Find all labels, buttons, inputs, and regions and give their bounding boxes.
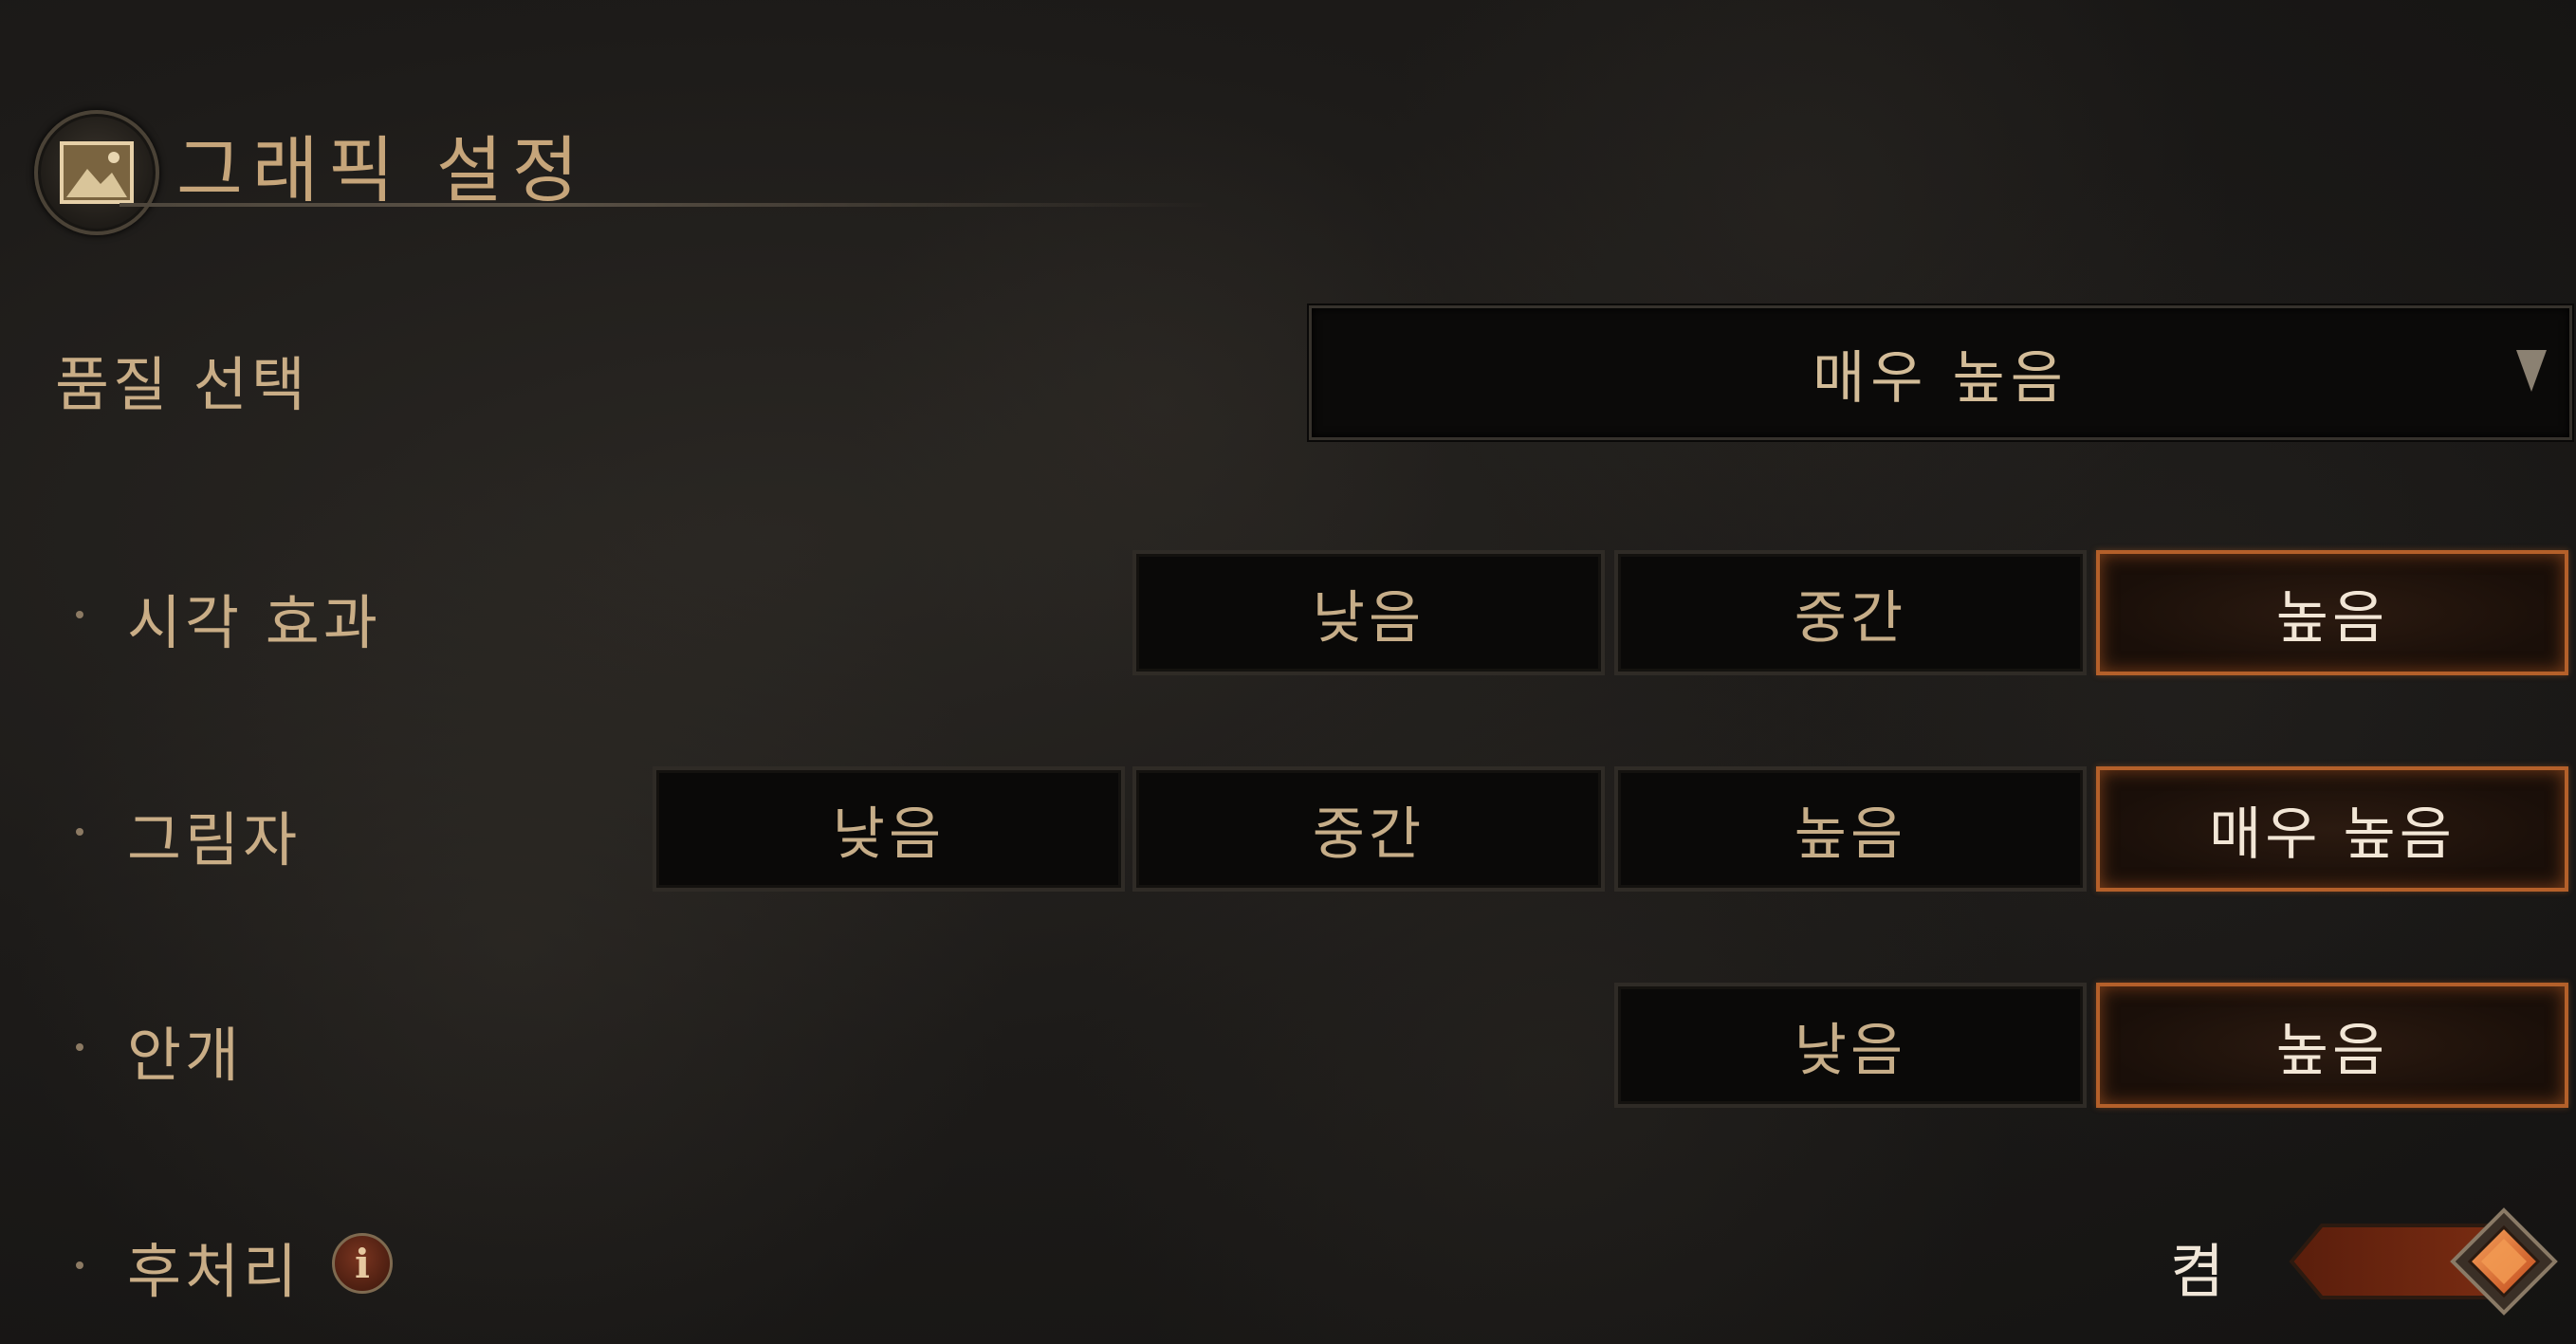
section-header: 그래픽 설정	[34, 91, 1220, 235]
option-label: 낮음	[1794, 1017, 1907, 1084]
visual-effects-option-low[interactable]: 낮음	[1132, 550, 1605, 675]
fog-label: 안개	[127, 1021, 244, 1090]
info-glyph: i	[355, 1240, 370, 1287]
bullet	[76, 1043, 83, 1051]
fog-option-low[interactable]: 낮음	[1614, 983, 2087, 1108]
post-processing-label: 후처리	[127, 1237, 302, 1306]
visual-effects-option-high[interactable]: 높음	[2096, 550, 2568, 675]
shadows-option-low[interactable]: 낮음	[653, 766, 1125, 892]
bullet	[76, 828, 83, 836]
option-label: 높음	[2275, 584, 2389, 652]
bullet	[76, 611, 83, 618]
visual-effects-option-medium[interactable]: 중간	[1614, 550, 2087, 675]
chevron-down-icon	[2516, 350, 2547, 392]
bullet	[76, 1261, 83, 1269]
visual-effects-label: 시각 효과	[127, 588, 381, 657]
option-label: 낮음	[1312, 584, 1426, 652]
option-label: 낮음	[832, 801, 946, 868]
option-label: 높음	[1794, 801, 1907, 868]
option-label: 중간	[1794, 584, 1907, 652]
option-label: 중간	[1312, 801, 1426, 868]
title-divider	[120, 203, 1210, 207]
shadows-option-high[interactable]: 높음	[1614, 766, 2087, 892]
quality-dropdown-value: 매우 높음	[1812, 344, 2069, 412]
fog-option-high[interactable]: 높음	[2096, 983, 2568, 1108]
quality-label: 품질 선택	[55, 350, 309, 419]
quality-dropdown[interactable]: 매우 높음	[1309, 305, 2572, 440]
picture-frame-icon	[34, 110, 159, 235]
shadows-option-medium[interactable]: 중간	[1132, 766, 1605, 892]
option-label: 매우 높음	[2209, 801, 2456, 868]
post-processing-toggle[interactable]	[2288, 1205, 2563, 1318]
post-processing-state: 켬	[2170, 1237, 2225, 1306]
option-label: 높음	[2275, 1017, 2389, 1084]
info-icon[interactable]: i	[332, 1233, 393, 1294]
shadows-label: 그림자	[127, 805, 302, 875]
shadows-option-very-high[interactable]: 매우 높음	[2096, 766, 2568, 892]
page-title: 그래픽 설정	[176, 128, 588, 212]
